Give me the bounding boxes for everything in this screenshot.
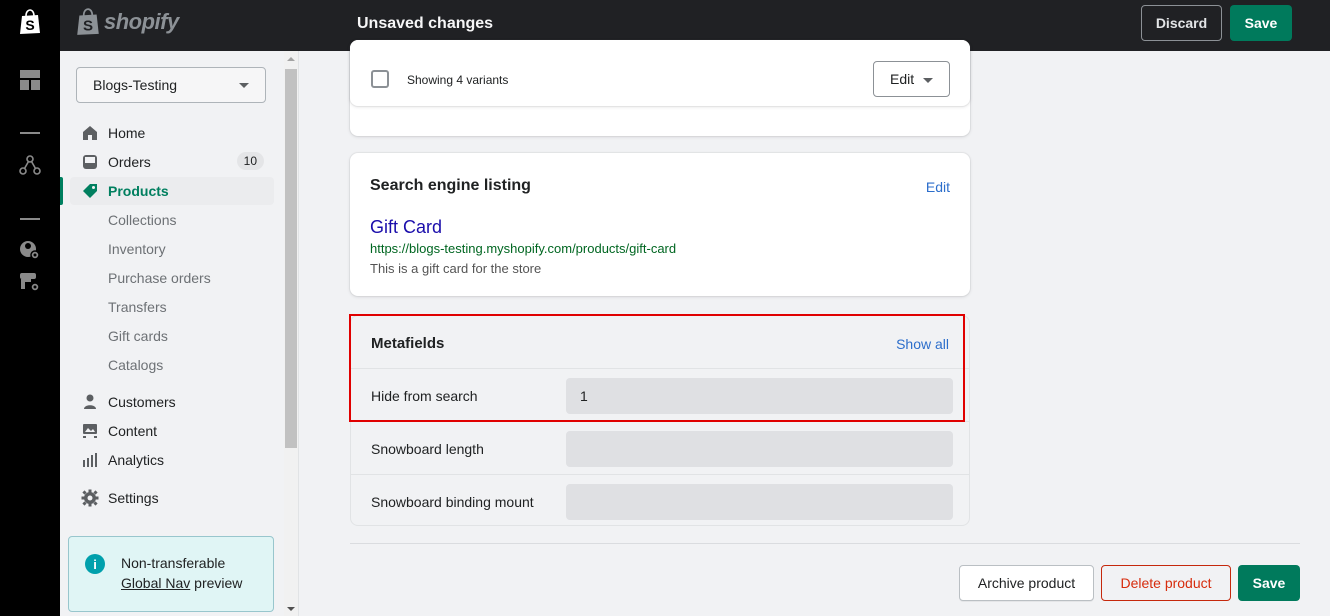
- sidebar-item-label: Analytics: [108, 452, 165, 468]
- metafield-row: Snowboard binding mount: [351, 474, 969, 527]
- analytics-icon: [80, 450, 100, 470]
- sidebar-item-collections[interactable]: Collections: [70, 206, 274, 234]
- seo-preview-url: https://blogs-testing.myshopify.com/prod…: [370, 241, 677, 256]
- sidebar-item-settings[interactable]: Settings: [70, 484, 274, 512]
- sidebar: Blogs-Testing Home Orders 10 Products Co…: [60, 51, 284, 616]
- sidebar-item-transfers[interactable]: Transfers: [70, 293, 274, 321]
- metafield-row: Hide from search: [351, 368, 969, 421]
- network-icon[interactable]: [18, 153, 42, 177]
- sidebar-item-label: Purchase orders: [108, 270, 211, 286]
- global-nav-preview-notice: i Non-transferable Global Nav preview: [68, 536, 274, 612]
- save-button[interactable]: Save: [1230, 5, 1292, 41]
- sidebar-item-label: Settings: [108, 490, 159, 506]
- card-title: Metafields: [371, 335, 445, 352]
- seo-preview-title: Gift Card: [370, 217, 443, 237]
- global-nav-rail: S: [0, 0, 60, 616]
- caret-down-icon: [923, 78, 933, 83]
- sidebar-item-label: Inventory: [108, 241, 166, 257]
- sidebar-border: [298, 51, 299, 616]
- metafield-label: Snowboard binding mount: [371, 494, 534, 510]
- search-engine-listing-card: Search engine listing Edit Gift Card htt…: [350, 153, 970, 296]
- shopify-logo[interactable]: S shopify: [76, 8, 179, 36]
- store-name: Blogs-Testing: [93, 77, 178, 93]
- card-title: Search engine listing: [370, 177, 531, 194]
- sidebar-scrollbar-thumb[interactable]: [285, 69, 297, 448]
- select-all-variants-checkbox[interactable]: [371, 70, 389, 88]
- shopify-bag-icon[interactable]: S: [18, 9, 42, 34]
- bulk-edit-button[interactable]: Edit: [873, 61, 950, 97]
- metafield-row: Snowboard length: [351, 421, 969, 474]
- notice-line2: Global Nav preview: [121, 575, 242, 591]
- svg-text:S: S: [83, 18, 93, 35]
- edit-button-label: Edit: [890, 71, 915, 87]
- scroll-down-arrow-icon[interactable]: [287, 607, 295, 611]
- sidebar-item-label: Collections: [108, 212, 177, 228]
- sidebar-item-customers[interactable]: Customers: [70, 388, 274, 416]
- gear-icon: [80, 488, 100, 508]
- active-indicator: [60, 177, 63, 205]
- content-icon: [80, 421, 100, 441]
- sidebar-item-label: Catalogs: [108, 357, 164, 373]
- rail-divider: [20, 132, 40, 134]
- sidebar-item-label: Gift cards: [108, 328, 168, 344]
- dashboard-icon[interactable]: [18, 68, 42, 92]
- seo-preview-description: This is a gift card for the store: [370, 261, 542, 276]
- show-all-metafields-link[interactable]: Show all: [896, 336, 949, 352]
- notice-line1: Non-transferable: [121, 555, 226, 571]
- sidebar-item-label: Home: [108, 125, 146, 141]
- edit-seo-link[interactable]: Edit: [926, 179, 950, 195]
- footer-divider: [350, 543, 1300, 544]
- metafield-label: Hide from search: [371, 388, 478, 404]
- page-status-title: Unsaved changes: [357, 15, 494, 32]
- orders-icon: [80, 152, 100, 172]
- customer-icon: [80, 392, 100, 412]
- tag-icon: [80, 181, 100, 201]
- metafield-label: Snowboard length: [371, 441, 484, 457]
- sidebar-item-label: Orders: [108, 154, 151, 170]
- store-settings-icon[interactable]: [18, 270, 42, 294]
- notice-suffix: preview: [190, 575, 243, 591]
- caret-down-icon: [239, 83, 249, 88]
- shopify-bag-icon: S: [77, 8, 99, 35]
- info-icon: i: [85, 554, 105, 574]
- sidebar-item-label: Content: [108, 423, 158, 439]
- metafields-card: Metafields Show all Hide from search Sno…: [350, 315, 970, 526]
- sidebar-item-label: Customers: [108, 394, 176, 410]
- global-nav-link[interactable]: Global Nav: [121, 575, 190, 591]
- home-icon: [80, 123, 100, 143]
- svg-text:S: S: [25, 17, 34, 33]
- sidebar-item-label: Transfers: [108, 299, 167, 315]
- sidebar-item-label: Products: [108, 183, 169, 199]
- delete-product-button[interactable]: Delete product: [1101, 565, 1231, 601]
- snowboard-length-input[interactable]: [566, 431, 953, 467]
- sidebar-item-analytics[interactable]: Analytics: [70, 446, 274, 474]
- sidebar-item-orders[interactable]: Orders 10: [70, 148, 274, 176]
- sidebar-item-content[interactable]: Content: [70, 417, 274, 445]
- sidebar-item-catalogs[interactable]: Catalogs: [70, 351, 274, 379]
- archive-product-button[interactable]: Archive product: [959, 565, 1094, 601]
- scroll-up-arrow-icon[interactable]: [287, 57, 295, 61]
- rail-divider: [20, 218, 40, 220]
- sidebar-item-products[interactable]: Products: [70, 177, 274, 205]
- sidebar-item-gift-cards[interactable]: Gift cards: [70, 322, 274, 350]
- orders-count-badge: 10: [236, 152, 264, 170]
- user-settings-icon[interactable]: [18, 238, 42, 262]
- sidebar-item-purchase-orders[interactable]: Purchase orders: [70, 264, 274, 292]
- variants-count-label: Showing 4 variants: [407, 73, 509, 87]
- save-button-bottom[interactable]: Save: [1238, 565, 1300, 601]
- snowboard-binding-mount-input[interactable]: [566, 484, 953, 520]
- sidebar-item-inventory[interactable]: Inventory: [70, 235, 274, 263]
- brand-name: shopify: [104, 9, 179, 34]
- store-selector[interactable]: Blogs-Testing: [76, 67, 266, 103]
- discard-button[interactable]: Discard: [1141, 5, 1222, 41]
- variants-card: Showing 4 variants Edit: [350, 40, 970, 106]
- sidebar-item-home[interactable]: Home: [70, 119, 274, 147]
- hide-from-search-input[interactable]: [566, 378, 953, 414]
